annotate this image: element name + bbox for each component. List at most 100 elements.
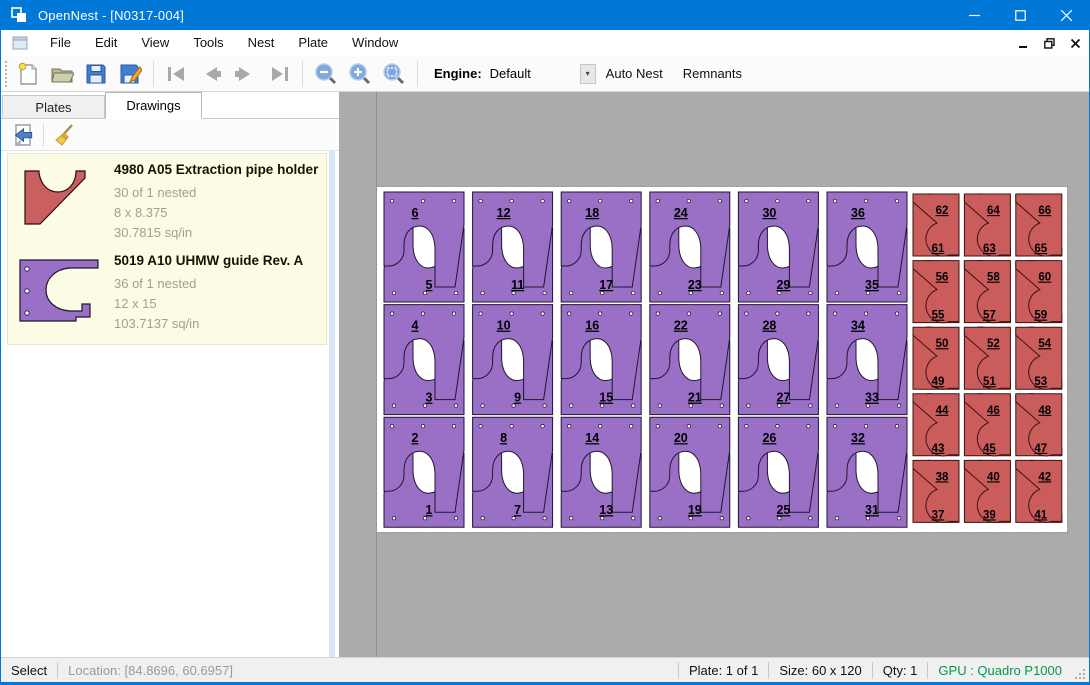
purple-part-pair[interactable]: 2221 [650, 305, 730, 415]
tab-drawings[interactable]: Drawings [105, 92, 202, 119]
mdi-minimize-button[interactable] [1011, 33, 1035, 53]
purple-part-pair[interactable]: 43 [384, 305, 464, 415]
next-plate-icon [233, 65, 257, 83]
drawing-nested: 36 of 1 nested [114, 274, 322, 294]
svg-text:30: 30 [762, 206, 776, 220]
panel-toolbar-separator [43, 123, 44, 147]
svg-text:4: 4 [412, 319, 419, 333]
svg-text:47: 47 [1034, 443, 1047, 455]
red-part-pair[interactable]: 6261 [913, 194, 959, 256]
svg-text:39: 39 [983, 509, 996, 521]
purple-part-pair[interactable]: 65 [384, 192, 464, 302]
menu-view[interactable]: View [129, 30, 181, 56]
purple-part-pair[interactable]: 14 13 [561, 417, 641, 527]
svg-text:5: 5 [426, 278, 433, 292]
maximize-button[interactable] [997, 0, 1043, 30]
remnants-button[interactable]: Remnants [673, 61, 752, 87]
drawing-list-item[interactable]: 4980 A05 Extraction pipe holder 30 of 1 … [14, 160, 322, 243]
svg-text:1: 1 [426, 503, 433, 517]
engine-dropdown-button[interactable]: ▾ [580, 64, 596, 84]
svg-text:37: 37 [932, 509, 945, 521]
mdi-close-button[interactable] [1063, 33, 1087, 53]
svg-text:28: 28 [762, 319, 776, 333]
first-plate-button[interactable] [160, 59, 194, 89]
purple-part-pair[interactable]: 3231 [827, 417, 907, 527]
new-file-button[interactable] [11, 59, 45, 89]
purple-part-pair[interactable]: 2019 [650, 417, 730, 527]
plate-sheet[interactable]: 6512111817242330293635431091615222128273… [377, 187, 1067, 532]
first-plate-icon [165, 65, 189, 83]
next-plate-button[interactable] [228, 59, 262, 89]
drawing-dims: 8 x 8.375 [114, 203, 322, 223]
chevron-down-icon: ▾ [586, 69, 590, 78]
status-gpu: GPU : Quadro P1000 [928, 663, 1072, 678]
svg-text:61: 61 [932, 243, 945, 255]
red-part-pair[interactable]: 4645 [964, 394, 1010, 456]
purple-part-pair[interactable]: 109 [473, 305, 553, 415]
red-part-pair[interactable]: 6059 [1016, 261, 1062, 323]
last-plate-button[interactable] [262, 59, 296, 89]
svg-text:41: 41 [1034, 509, 1047, 521]
menu-tools[interactable]: Tools [181, 30, 235, 56]
save-as-button[interactable] [113, 59, 147, 89]
red-part-pair[interactable]: 4039 [964, 460, 1010, 522]
save-button[interactable] [79, 59, 113, 89]
purple-part-pair[interactable]: 1817 [561, 192, 641, 302]
svg-text:14: 14 [585, 431, 599, 445]
red-part-pair[interactable]: 6463 [964, 194, 1010, 256]
drawing-dims: 12 x 15 [114, 294, 322, 314]
auto-nest-button[interactable]: Auto Nest [596, 61, 673, 87]
minimize-button[interactable] [951, 0, 997, 30]
purple-part-pair[interactable]: 2827 [738, 305, 818, 415]
red-part-pair[interactable]: 3837 [913, 460, 959, 522]
svg-text:54: 54 [1038, 338, 1051, 350]
menu-file[interactable]: File [38, 30, 83, 56]
purple-part-pair[interactable]: 1211 [473, 192, 553, 302]
purple-part-pair[interactable]: 21 [384, 417, 464, 527]
svg-text:13: 13 [599, 503, 613, 517]
menu-bar: File Edit View Tools Nest Plate Window [1, 30, 1089, 56]
nest-canvas[interactable]: 6512111817242330293635431091615222128273… [339, 92, 1089, 657]
clear-drawings-button[interactable] [48, 121, 80, 149]
save-as-icon [119, 63, 142, 85]
previous-plate-button[interactable] [194, 59, 228, 89]
zoom-extents-button[interactable] [377, 59, 411, 89]
red-part-pair[interactable]: 4241 [1016, 460, 1062, 522]
purple-part-pair[interactable]: 1615 [561, 305, 641, 415]
svg-text:18: 18 [585, 206, 599, 220]
close-button[interactable] [1043, 0, 1089, 30]
svg-text:59: 59 [1034, 310, 1047, 322]
side-panel: Plates Drawings [1, 92, 339, 657]
zoom-in-button[interactable] [343, 59, 377, 89]
purple-part-pair[interactable]: 87 [473, 417, 553, 527]
red-part-pair[interactable]: 5049 [913, 327, 959, 389]
engine-combobox[interactable]: Default ▾ [488, 63, 596, 85]
open-file-button[interactable] [45, 59, 79, 89]
mdi-restore-button[interactable] [1037, 33, 1061, 53]
menu-plate[interactable]: Plate [286, 30, 340, 56]
purple-part-pair[interactable]: 2423 [650, 192, 730, 302]
menu-edit[interactable]: Edit [83, 30, 129, 56]
red-part-pair[interactable]: 5251 [964, 327, 1010, 389]
import-drawing-button[interactable] [7, 121, 39, 149]
app-icon [11, 7, 29, 23]
menu-nest[interactable]: Nest [236, 30, 287, 56]
red-part-pair[interactable]: 5857 [964, 261, 1010, 323]
panel-scrollbar[interactable] [329, 151, 335, 657]
drawing-list-item[interactable]: 5019 A10 UHMW guide Rev. A 36 of 1 neste… [14, 251, 322, 334]
red-part-pair[interactable]: 4443 [913, 394, 959, 456]
purple-part-pair[interactable]: 3433 [827, 305, 907, 415]
red-part-pair[interactable]: 6665 [1016, 194, 1062, 256]
main-toolbar: Engine: Default ▾ Auto Nest Remnants [1, 56, 1089, 92]
menu-window[interactable]: Window [340, 30, 410, 56]
purple-part-pair[interactable]: 2625 [738, 417, 818, 527]
purple-part-pair[interactable]: 3029 [738, 192, 818, 302]
red-part-pair[interactable]: 5655 [913, 261, 959, 323]
red-part-pair[interactable]: 5453 [1016, 327, 1062, 389]
red-part-pair[interactable]: 4847 [1016, 394, 1062, 456]
purple-part-pair[interactable]: 3635 [827, 192, 907, 302]
zoom-out-button[interactable] [309, 59, 343, 89]
svg-text:6: 6 [412, 206, 419, 220]
resize-grip[interactable] [1072, 666, 1086, 680]
tab-plates[interactable]: Plates [2, 95, 105, 118]
